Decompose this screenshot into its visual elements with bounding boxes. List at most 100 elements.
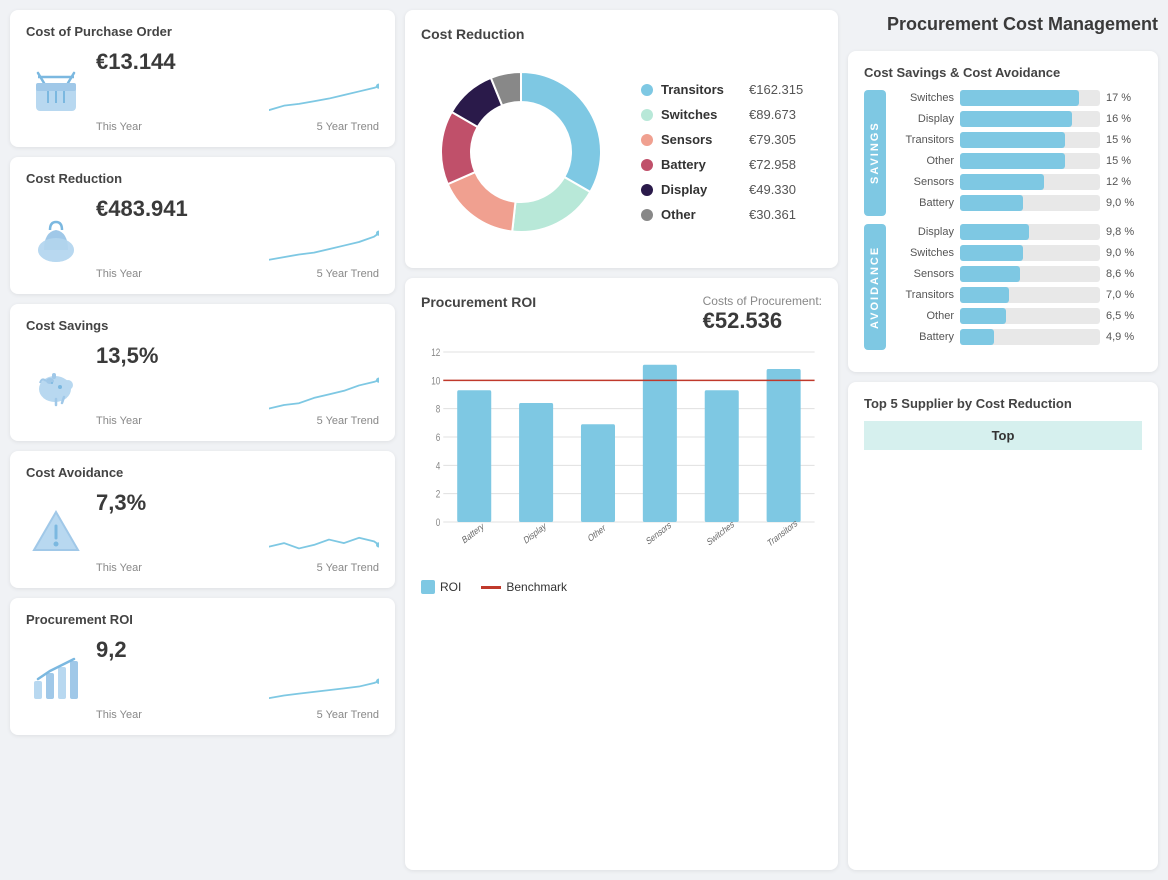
roi-legend-bench: Benchmark	[481, 580, 567, 594]
kpi-trend-label-4: 5 Year Trend	[317, 709, 379, 721]
legend-item-1: Switches €89.673	[641, 107, 822, 122]
kpi-this-year-2: This Year	[96, 415, 142, 427]
savings-bar-pct-5: 4,9 %	[1106, 331, 1142, 343]
savings-bars-col-savings: Switches 17 % Display 16 % Transitors	[886, 90, 1142, 216]
legend-label-0: Transitors	[661, 82, 741, 97]
svg-text:Display: Display	[522, 520, 548, 547]
savings-bar-label-5: Battery	[894, 331, 954, 343]
roi-legend-roi: ROI	[421, 580, 461, 594]
kpi-inner-4: 9,2 This Year 5 Year Trend	[26, 637, 379, 721]
kpi-values-2: 13,5% This Year 5 Year Trend	[96, 343, 379, 427]
kpi-values-0: €13.144 This Year 5 Year Trend	[96, 49, 379, 133]
savings-bar-label-5: Battery	[894, 197, 954, 209]
supplier-col-header: Top	[864, 421, 1142, 450]
savings-bar-row-1: Switches 9,0 %	[894, 245, 1142, 261]
kpi-card-4: Procurement ROI 9,2 This Year 5	[10, 598, 395, 735]
kpi-trend-row-4: This Year 5 Year Trend	[96, 667, 379, 721]
kpi-icon-2	[26, 355, 86, 415]
sparkline-4	[269, 667, 379, 707]
savings-bar-pct-0: 9,8 %	[1106, 226, 1142, 238]
svg-text:12: 12	[431, 347, 440, 359]
right-column: Procurement Cost Management Cost Savings…	[848, 10, 1158, 870]
savings-bar-label-3: Other	[894, 155, 954, 167]
sparkline-3	[269, 520, 379, 560]
legend-item-0: Transitors €162.315	[641, 82, 822, 97]
svg-text:6: 6	[436, 432, 441, 444]
svg-text:Battery: Battery	[461, 520, 486, 546]
page-title: Procurement Cost Management	[848, 10, 1158, 41]
kpi-number-1: €483.941	[96, 196, 379, 222]
kpi-trend-row-1: This Year 5 Year Trend	[96, 226, 379, 280]
supplier-table: Top	[864, 421, 1142, 450]
savings-bar-pct-3: 7,0 %	[1106, 289, 1142, 301]
kpi-inner-1: €483.941 This Year 5 Year Trend	[26, 196, 379, 280]
savings-bar-fill-3	[960, 287, 1009, 303]
kpi-this-year-4: This Year	[96, 709, 142, 721]
savings-bar-label-2: Sensors	[894, 268, 954, 280]
savings-bar-outer-5	[960, 195, 1100, 211]
savings-bar-outer-0	[960, 90, 1100, 106]
legend-label-5: Other	[661, 207, 741, 222]
roi-legend-roi-label: ROI	[440, 580, 461, 594]
kpi-inner-3: 7,3% This Year 5 Year Trend	[26, 490, 379, 574]
roi-header: Procurement ROI Costs of Procurement: €5…	[421, 294, 822, 334]
savings-bar-label-3: Transitors	[894, 289, 954, 301]
kpi-card-0: Cost of Purchase Order €13.144 This Year	[10, 10, 395, 147]
savings-bar-outer-4	[960, 174, 1100, 190]
roi-card: Procurement ROI Costs of Procurement: €5…	[405, 278, 838, 870]
kpi-values-1: €483.941 This Year 5 Year Trend	[96, 196, 379, 280]
cost-reduction-inner: Transitors €162.315 Switches €89.673 Sen…	[421, 52, 822, 252]
supplier-card: Top 5 Supplier by Cost Reduction Top	[848, 382, 1158, 870]
savings-bar-outer-1	[960, 245, 1100, 261]
savings-bar-pct-5: 9,0 %	[1106, 197, 1142, 209]
legend-label-1: Switches	[661, 107, 741, 122]
svg-text:8: 8	[436, 404, 441, 416]
left-column: Cost of Purchase Order €13.144 This Year	[10, 10, 395, 870]
sparkline-1	[269, 226, 379, 266]
kpi-icon-3	[26, 502, 86, 562]
savings-bar-row-4: Sensors 12 %	[894, 174, 1142, 190]
sparkline-0	[269, 79, 379, 119]
legend-val-1: €89.673	[749, 107, 796, 122]
svg-text:Sensors: Sensors	[645, 519, 673, 547]
legend-dot-4	[641, 184, 653, 196]
savings-bar-label-1: Display	[894, 113, 954, 125]
savings-bar-fill-2	[960, 266, 1020, 282]
savings-bar-row-5: Battery 4,9 %	[894, 329, 1142, 345]
savings-bar-label-0: Switches	[894, 92, 954, 104]
kpi-icon-4	[26, 649, 86, 709]
bar-3	[643, 365, 677, 522]
savings-bar-row-5: Battery 9,0 %	[894, 195, 1142, 211]
kpi-icon-0	[26, 61, 86, 121]
legend-val-4: €49.330	[749, 182, 796, 197]
savings-bar-fill-2	[960, 132, 1065, 148]
savings-bar-row-3: Other 15 %	[894, 153, 1142, 169]
savings-bar-pct-2: 8,6 %	[1106, 268, 1142, 280]
savings-bar-fill-3	[960, 153, 1065, 169]
kpi-card-1: Cost Reduction €483.941 This Year 5	[10, 157, 395, 294]
savings-bar-fill-5	[960, 195, 1023, 211]
savings-bar-outer-2	[960, 132, 1100, 148]
supplier-title: Top 5 Supplier by Cost Reduction	[864, 396, 1142, 411]
savings-bar-pct-3: 15 %	[1106, 155, 1142, 167]
savings-bar-row-1: Display 16 %	[894, 111, 1142, 127]
legend-val-5: €30.361	[749, 207, 796, 222]
kpi-trend-label-3: 5 Year Trend	[317, 562, 379, 574]
kpi-trend-label-2: 5 Year Trend	[317, 415, 379, 427]
donut-chart	[421, 52, 621, 252]
savings-bar-outer-5	[960, 329, 1100, 345]
legend-label-3: Battery	[661, 157, 741, 172]
kpi-this-year-3: This Year	[96, 562, 142, 574]
savings-bar-label-1: Switches	[894, 247, 954, 259]
savings-bar-outer-4	[960, 308, 1100, 324]
kpi-trend-label-0: 5 Year Trend	[317, 121, 379, 133]
savings-bar-fill-1	[960, 111, 1072, 127]
roi-legend-row: ROI Benchmark	[421, 580, 822, 594]
savings-bar-label-2: Transitors	[894, 134, 954, 146]
roi-legend-bench-label: Benchmark	[506, 580, 567, 594]
svg-text:0: 0	[436, 517, 441, 529]
kpi-number-0: €13.144	[96, 49, 379, 75]
svg-text:2: 2	[436, 489, 441, 501]
legend-item-5: Other €30.361	[641, 207, 822, 222]
savings-bar-outer-3	[960, 153, 1100, 169]
